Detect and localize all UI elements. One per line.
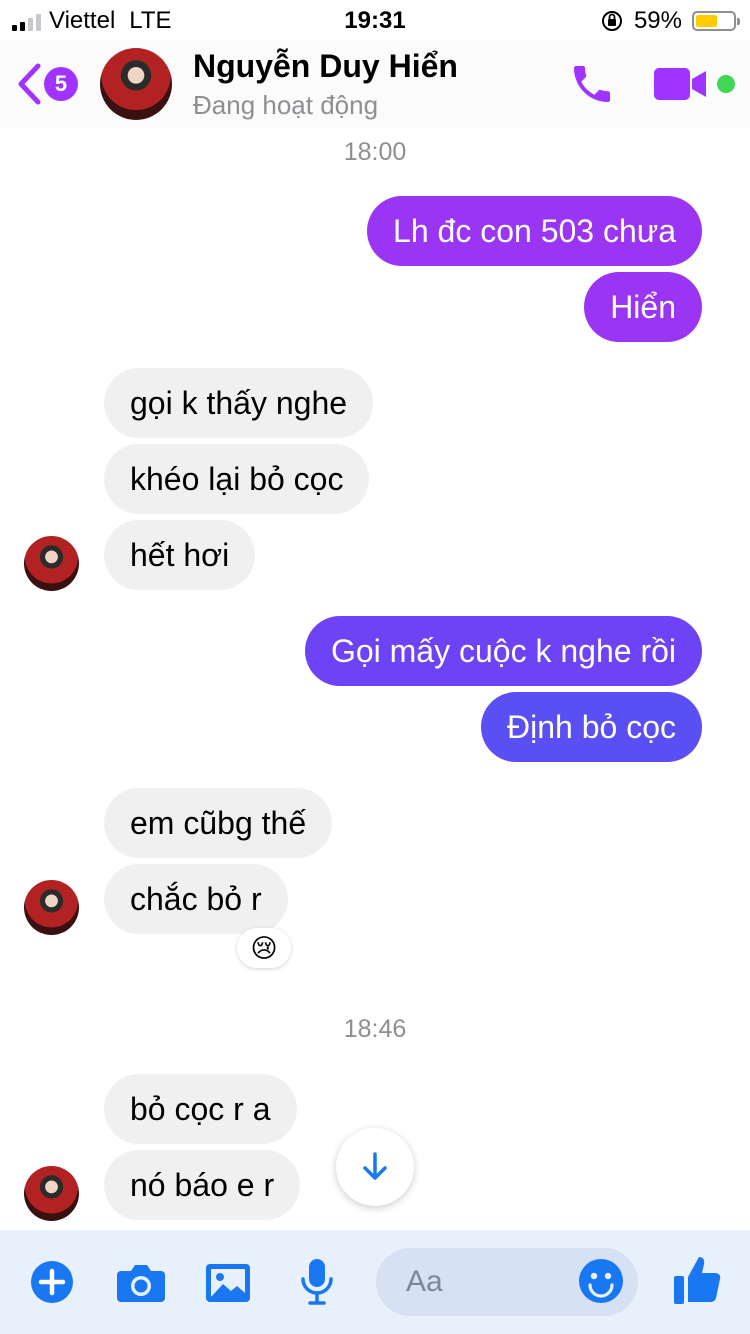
voice-call-button[interactable]: [568, 60, 616, 113]
sender-avatar[interactable]: [24, 536, 79, 591]
like-button[interactable]: [672, 1254, 722, 1311]
battery-percent: 59%: [633, 7, 682, 34]
image-icon: [206, 1264, 250, 1302]
status-bar: Viettel LTE 19:31 59%: [0, 0, 750, 40]
chevron-left-icon: [18, 63, 41, 105]
composer-bar: [0, 1230, 750, 1334]
message-outgoing[interactable]: Gọi mấy cuộc k nghe rồi: [304, 616, 702, 686]
video-call-button[interactable]: [652, 66, 712, 107]
contact-avatar[interactable]: [100, 48, 172, 120]
gallery-button[interactable]: [205, 1263, 251, 1308]
contact-status: Đang hoạt động: [193, 90, 379, 120]
phone-icon: [574, 66, 610, 102]
timestamp: 18:00: [343, 138, 407, 166]
scroll-to-bottom-button[interactable]: [336, 1128, 414, 1206]
sender-avatar[interactable]: [24, 880, 79, 935]
timestamp: 18:46: [343, 1015, 407, 1043]
battery-level: [696, 15, 717, 27]
message-outgoing[interactable]: Định bỏ cọc: [481, 692, 702, 762]
message-incoming[interactable]: khéo lại bỏ cọc: [104, 444, 370, 514]
online-indicator: [717, 75, 735, 93]
message-incoming[interactable]: gọi k thấy nghe: [104, 368, 374, 438]
message-incoming[interactable]: bỏ cọc r a: [104, 1074, 297, 1144]
back-button[interactable]: 5: [16, 62, 78, 106]
unread-badge: 5: [44, 67, 78, 101]
camera-icon: [117, 1265, 165, 1302]
thumbs-up-icon: [674, 1257, 721, 1304]
rotation-lock-icon: [601, 11, 622, 31]
message-incoming[interactable]: hết hơi: [104, 520, 256, 590]
video-camera-icon: [654, 68, 706, 100]
message-outgoing[interactable]: Lh đc con 503 chưa: [367, 196, 702, 266]
emoji-button[interactable]: [578, 1258, 624, 1309]
voice-message-button[interactable]: [300, 1258, 334, 1311]
reaction-crying-emoji[interactable]: 😢: [237, 928, 291, 968]
camera-button[interactable]: [116, 1263, 166, 1308]
message-outgoing[interactable]: Hiển: [584, 272, 702, 342]
smiley-icon: [579, 1259, 623, 1303]
status-right: 59%: [600, 7, 740, 35]
message-incoming[interactable]: chắc bỏ r: [104, 864, 288, 934]
plus-icon: [31, 1261, 73, 1303]
message-incoming[interactable]: nó báo e r: [104, 1150, 301, 1220]
sender-avatar[interactable]: [24, 1166, 79, 1221]
battery-icon: [692, 11, 740, 31]
microphone-icon: [301, 1259, 333, 1305]
contact-name[interactable]: Nguyễn Duy Hiển: [193, 48, 458, 85]
more-actions-button[interactable]: [30, 1260, 74, 1309]
message-incoming[interactable]: em cũbg thế: [104, 788, 333, 858]
arrow-down-icon: [363, 1152, 387, 1180]
conversation-header: 5 Nguyễn Duy Hiển Đang hoạt động: [0, 40, 750, 128]
